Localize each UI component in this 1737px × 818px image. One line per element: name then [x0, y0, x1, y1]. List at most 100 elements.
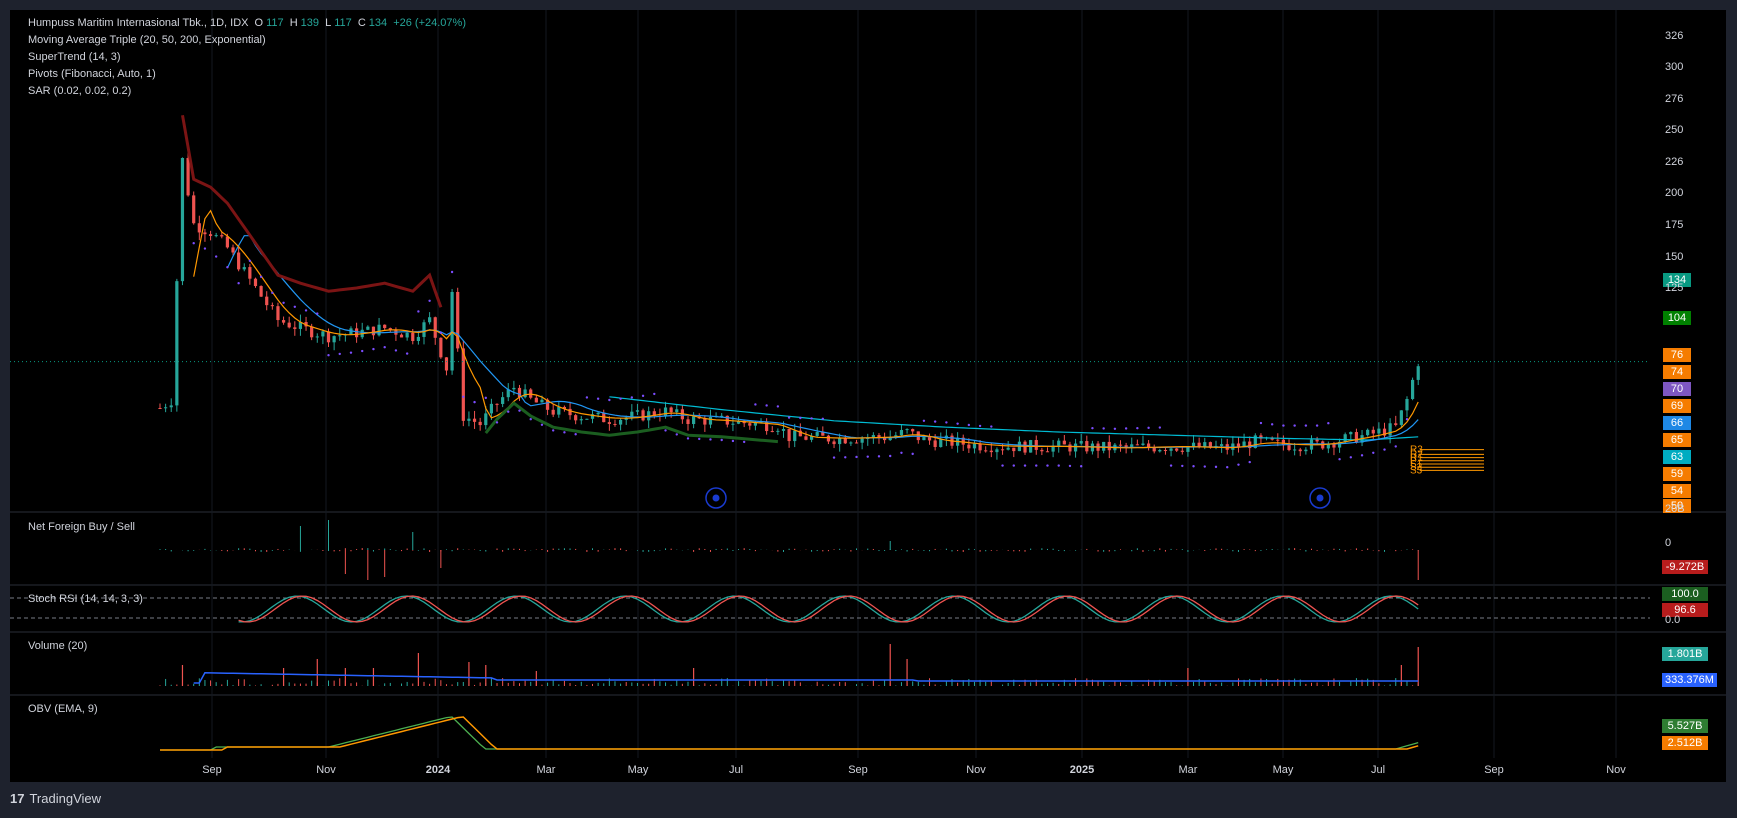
sar-dot	[653, 392, 656, 396]
sar-dot	[1383, 448, 1386, 451]
candle-body	[770, 431, 774, 433]
candle-body	[793, 430, 797, 442]
pane-obv-title[interactable]: OBV (EMA, 9)	[28, 703, 98, 716]
sar-dot	[518, 409, 521, 412]
volume-ma-badge: 333.376M	[1662, 673, 1717, 687]
event-marker-dot	[1316, 494, 1324, 502]
candle-body	[1034, 440, 1038, 450]
x-axis-label: May	[628, 764, 649, 776]
tradingview-brand[interactable]: 17 TradingView	[10, 791, 101, 806]
pane-stoch-title[interactable]: Stoch RSI (14, 14, 3, 3)	[28, 593, 143, 606]
price-tick: 150	[1665, 251, 1684, 263]
price-badge: 76	[1663, 348, 1691, 362]
sar-dot	[787, 416, 791, 419]
pivot-label: S3	[1410, 465, 1423, 476]
candle-body	[618, 419, 623, 425]
pane-volume-title[interactable]: Volume (20)	[28, 640, 87, 653]
sar-dot	[731, 439, 735, 443]
candle-body	[675, 409, 679, 413]
candle-body	[203, 232, 207, 235]
indicator-pivots[interactable]: Pivots (Fibonacci, Auto, 1)	[28, 68, 156, 81]
sar-dot	[1315, 424, 1319, 427]
x-axis-label: Mar	[537, 764, 556, 776]
sar-dot	[945, 421, 948, 424]
tradingview-logo-icon: 17	[10, 791, 25, 806]
symbol-title[interactable]: Humpuss Maritim Internasional Tbk., 1D, …	[28, 17, 248, 29]
candle-body	[787, 429, 791, 442]
sar-dot	[1360, 454, 1364, 457]
candle-body	[175, 281, 179, 406]
sar-dot	[293, 305, 297, 308]
netforeign-tick: 0	[1665, 537, 1672, 549]
sar-dot	[1001, 464, 1004, 467]
ema50-line	[226, 235, 1419, 449]
sar-dot	[933, 420, 937, 423]
symbol-legend: Humpuss Maritim Internasional Tbk., 1D, …	[28, 17, 466, 29]
candle-body	[534, 397, 538, 403]
chart-canvas[interactable]: R3R2R1PS1S2S3Sep Nov 2024 Mar May Jul Sep Nov 20…	[10, 10, 1726, 782]
x-axis-label: Jul	[1371, 764, 1385, 776]
candle-body	[669, 407, 673, 413]
candle-body	[467, 418, 471, 421]
x-axis-label: 2025	[1070, 764, 1094, 776]
candle-body	[585, 418, 589, 420]
sar-dot	[619, 397, 622, 400]
sar-dot	[810, 417, 813, 420]
sar-dot	[1035, 464, 1038, 467]
candle-body	[1000, 449, 1005, 451]
sar-dot	[372, 347, 375, 351]
candle-body	[523, 389, 527, 398]
candle-body	[854, 442, 859, 444]
candle-body	[1293, 449, 1297, 451]
candle-body	[1354, 432, 1359, 443]
price-badge: 59	[1663, 467, 1691, 481]
sar-dot	[1226, 466, 1229, 469]
sar-dot	[1158, 426, 1162, 429]
candle-body	[192, 195, 196, 224]
candle-body	[472, 418, 477, 422]
candle-body	[692, 416, 696, 425]
indicator-sar[interactable]: SAR (0.02, 0.02, 0.2)	[28, 85, 131, 98]
price-badge: 54	[1663, 484, 1691, 498]
x-axis-label: Sep	[848, 764, 868, 776]
indicator-ma-triple[interactable]: Moving Average Triple (20, 50, 200, Expo…	[28, 34, 266, 47]
sar-dot	[574, 433, 577, 436]
sar-dot	[1124, 427, 1128, 430]
candle-body	[540, 399, 544, 403]
candle-body	[849, 442, 853, 444]
candle-body	[1180, 450, 1184, 452]
volume-ma-line	[193, 672, 1419, 684]
sar-dot	[248, 259, 252, 262]
sar-dot	[394, 349, 398, 352]
sar-dot	[1079, 465, 1083, 468]
open-value: 117	[266, 17, 284, 29]
sar-dot	[1012, 464, 1015, 467]
candle-body	[1175, 448, 1179, 451]
price-badge: 70	[1663, 382, 1691, 396]
candle-body	[579, 419, 583, 421]
chart-frame[interactable]: R3 R2 R1 P S1 S2 S3 Sep Nov 2024 Mar May Jul Sep Nov 20…	[10, 10, 1726, 782]
sar-dot	[911, 452, 914, 456]
price-tick: 226	[1665, 156, 1684, 168]
sar-dot	[664, 429, 667, 432]
pane-net-foreign-title[interactable]: Net Foreign Buy / Sell	[28, 521, 135, 534]
sar-dot	[776, 405, 780, 408]
price-badge: 65	[1663, 433, 1691, 447]
candle-body	[832, 441, 836, 445]
candle-body	[1130, 444, 1134, 447]
sar-dot	[259, 275, 263, 278]
sar-dot	[1405, 418, 1409, 421]
x-axis-label: May	[1273, 764, 1294, 776]
sar-dot	[1023, 464, 1027, 467]
candle-body	[321, 331, 325, 337]
sar-dot	[675, 433, 678, 436]
candle-body	[708, 417, 713, 425]
candle-body	[293, 327, 297, 329]
sar-dot	[507, 410, 510, 413]
sar-dot	[462, 395, 465, 398]
candle-body	[995, 449, 999, 453]
indicator-supertrend[interactable]: SuperTrend (14, 3)	[28, 51, 121, 64]
sar-dot	[316, 312, 319, 315]
candle-body	[1124, 445, 1128, 447]
sar-dot	[1327, 422, 1330, 425]
